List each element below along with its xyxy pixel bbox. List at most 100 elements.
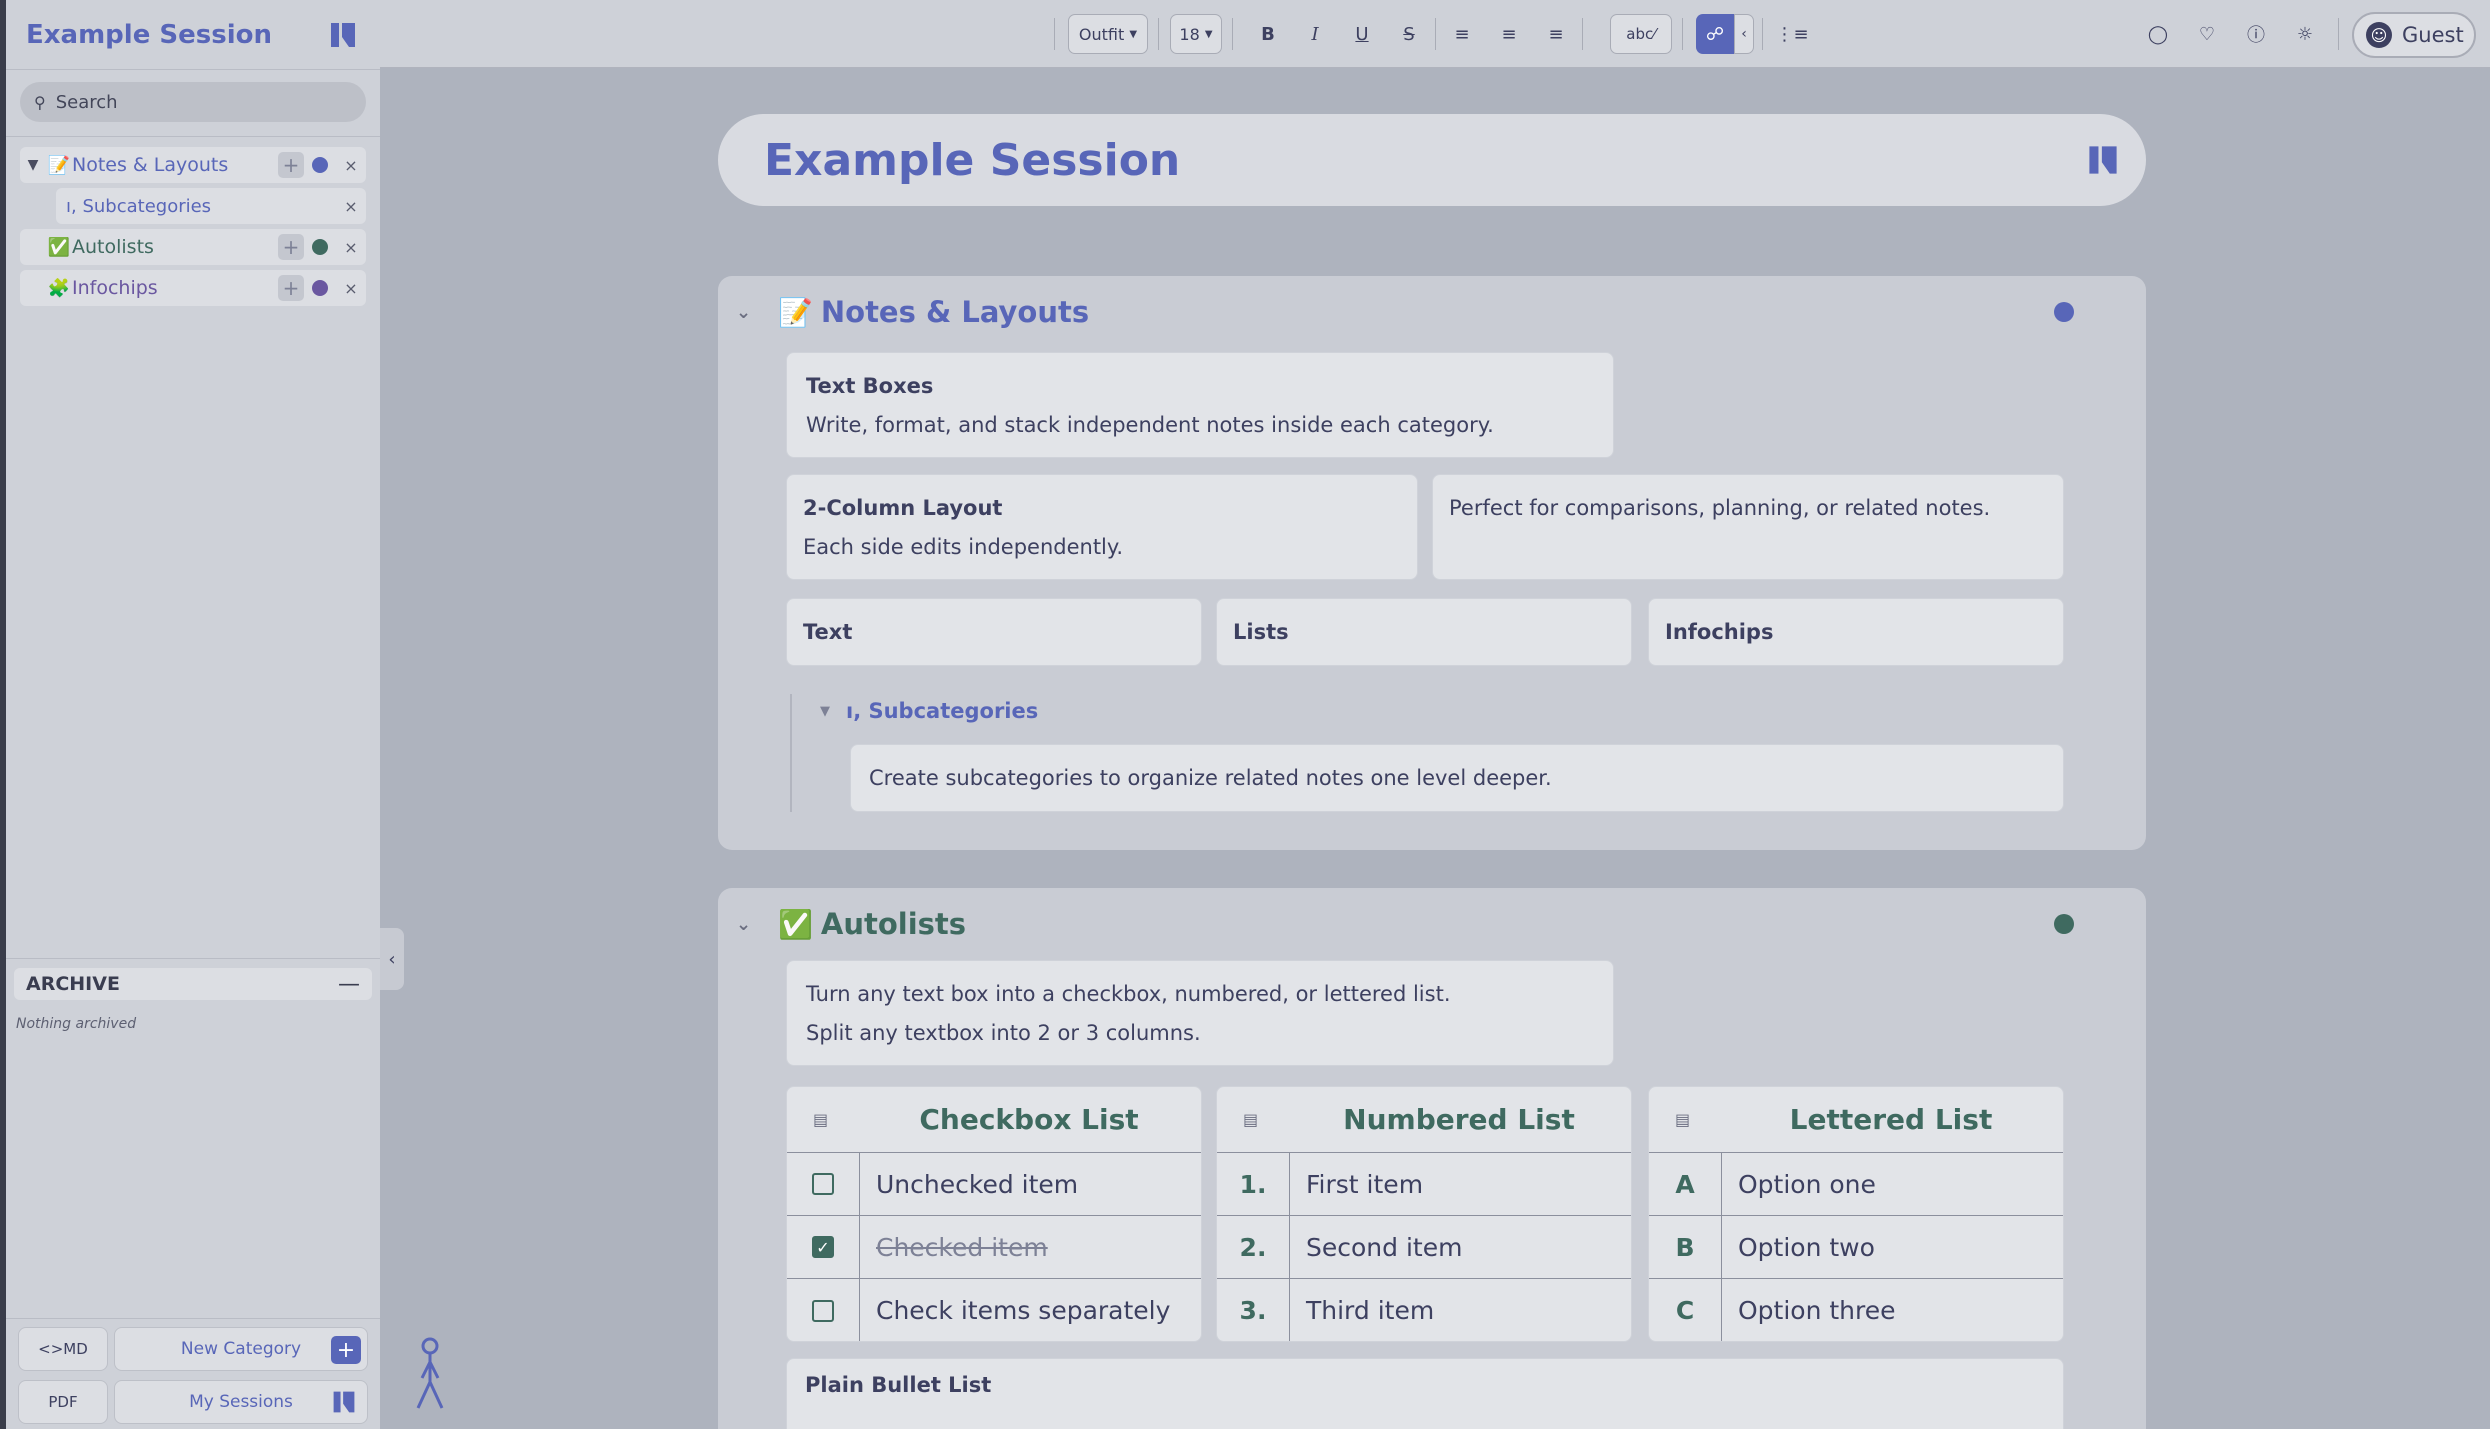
search-placeholder: Search xyxy=(55,91,118,113)
list-type-icon[interactable]: ▤ xyxy=(1243,1110,1258,1129)
text-box[interactable]: Turn any text box into a checkbox, numbe… xyxy=(786,960,1614,1066)
add-subcategory-button[interactable]: + xyxy=(278,152,304,178)
align-left-button[interactable]: ≡ xyxy=(1446,14,1478,54)
sidebar-item-label: Notes & Layouts xyxy=(72,154,229,176)
align-right-button[interactable]: ≡ xyxy=(1540,14,1572,54)
text-box[interactable]: Text xyxy=(786,598,1202,666)
close-icon[interactable]: × xyxy=(340,238,362,257)
text-box-body: Perfect for comparisons, planning, or re… xyxy=(1449,496,1991,520)
list-item[interactable]: B Option two xyxy=(1649,1216,2063,1279)
close-icon[interactable]: × xyxy=(340,279,362,298)
color-dot[interactable] xyxy=(312,280,328,296)
divider xyxy=(1682,18,1683,50)
list-button[interactable]: ⋮≡ xyxy=(1775,14,1809,54)
color-dot[interactable] xyxy=(312,157,328,173)
text-box[interactable]: Perfect for comparisons, planning, or re… xyxy=(1432,474,2064,580)
list-item-text: Second item xyxy=(1306,1232,1463,1262)
text-box[interactable]: Lists xyxy=(1216,598,1632,666)
text-box[interactable]: 2-Column Layout Each side edits independ… xyxy=(786,474,1418,580)
link-options-button[interactable]: ‹ xyxy=(1734,14,1754,54)
text-box[interactable]: Infochips xyxy=(1648,598,2064,666)
caret-down-icon[interactable]: ▼ xyxy=(20,157,46,173)
theme-toggle[interactable]: ☼ xyxy=(2289,14,2321,54)
close-icon[interactable]: × xyxy=(340,197,362,216)
guest-label: Guest xyxy=(2402,23,2464,47)
list-icon: ⋮≡ xyxy=(1775,23,1809,45)
session-header: Example Session xyxy=(718,114,2146,206)
italic-button[interactable]: I xyxy=(1299,14,1331,54)
font-select[interactable]: Outfit ▼ xyxy=(1068,14,1148,54)
sidebar-item-infochips[interactable]: 🧩 Infochips + × xyxy=(20,270,366,306)
list-marker: B xyxy=(1649,1216,1722,1278)
strikethrough-button[interactable]: S xyxy=(1393,14,1425,54)
checkbox-checked[interactable]: ✓ xyxy=(812,1236,834,1258)
font-size-select[interactable]: 18 ▼ xyxy=(1170,14,1222,54)
bold-button[interactable]: B xyxy=(1252,14,1284,54)
export-pdf-button[interactable]: PDF xyxy=(18,1380,108,1424)
chevron-down-icon[interactable]: ⌄ xyxy=(736,914,764,935)
toolbar: Outfit ▼ 18 ▼ B I U S ≡ ≡ ≡ abc⁄ ☍ ‹ ⋮≡ … xyxy=(380,0,2490,68)
underline-button[interactable]: U xyxy=(1346,14,1378,54)
my-sessions-label: My Sessions xyxy=(189,1392,293,1412)
checkbox[interactable] xyxy=(812,1299,834,1322)
list-item[interactable]: 2. Second item xyxy=(1217,1216,1631,1279)
category-header[interactable]: ⌄ ✅ Autolists xyxy=(736,904,966,944)
new-category-button[interactable]: New Category + xyxy=(114,1327,368,1371)
color-dot[interactable] xyxy=(2054,914,2074,934)
text-box-line: Turn any text box into a checkbox, numbe… xyxy=(806,982,1451,1006)
notifications-button[interactable]: ♡ xyxy=(2191,14,2223,54)
align-right-icon: ≡ xyxy=(1548,23,1564,45)
list-item[interactable]: 3. Third item xyxy=(1217,1279,1631,1341)
link-button[interactable]: ☍ xyxy=(1696,14,1734,54)
close-icon[interactable]: × xyxy=(340,156,362,175)
minus-icon[interactable]: — xyxy=(338,972,360,997)
archive-header[interactable]: ARCHIVE — xyxy=(14,968,372,1000)
export-md-button[interactable]: <>MD xyxy=(18,1327,108,1371)
divider xyxy=(1054,18,1055,50)
category-tree: ▼ 📝 Notes & Layouts + × ı, Subcategories… xyxy=(6,137,380,306)
list-type-icon[interactable]: ▤ xyxy=(813,1110,828,1129)
list-item[interactable]: ✓ Checked item xyxy=(787,1216,1201,1279)
list-item[interactable]: 1. First item xyxy=(1217,1153,1631,1216)
my-sessions-button[interactable]: My Sessions xyxy=(114,1380,368,1424)
logo-icon[interactable] xyxy=(328,21,358,49)
caret-down-icon[interactable]: ▼ xyxy=(820,704,830,719)
divider xyxy=(1762,18,1763,50)
divider xyxy=(1582,18,1583,50)
list-marker: A xyxy=(1649,1153,1722,1215)
page-title[interactable]: Example Session xyxy=(764,135,1180,186)
session-title: Example Session xyxy=(26,19,272,50)
list-item[interactable]: A Option one xyxy=(1649,1153,2063,1216)
subcategory-header[interactable]: ▼ ı, Subcategories xyxy=(820,696,1038,726)
sidebar-item-autolists[interactable]: ✅ Autolists + × xyxy=(20,229,366,265)
link-icon: ☍ xyxy=(1705,23,1725,45)
list-item[interactable]: C Option three xyxy=(1649,1279,2063,1341)
sidebar-item-notes[interactable]: ▼ 📝 Notes & Layouts + × xyxy=(20,147,366,183)
logo-icon[interactable] xyxy=(2086,144,2120,176)
color-dot[interactable] xyxy=(312,239,328,255)
text-box[interactable]: Text Boxes Write, format, and stack inde… xyxy=(786,352,1614,458)
category-header[interactable]: ⌄ 📝 Notes & Layouts xyxy=(736,292,1089,332)
list-item[interactable]: Check items separately xyxy=(787,1279,1201,1341)
add-subcategory-button[interactable]: + xyxy=(278,234,304,260)
list-item[interactable]: Unchecked item xyxy=(787,1153,1201,1216)
text-box[interactable]: Create subcategories to organize related… xyxy=(850,744,2064,812)
sidebar-item-label: ı, Subcategories xyxy=(66,195,212,217)
search-icon: ⚲ xyxy=(34,92,46,112)
text-box-body: Write, format, and stack independent not… xyxy=(806,413,1494,437)
add-subcategory-button[interactable]: + xyxy=(278,275,304,301)
align-center-button[interactable]: ≡ xyxy=(1493,14,1525,54)
color-dot[interactable] xyxy=(2054,302,2074,322)
chevron-down-icon[interactable]: ⌄ xyxy=(736,302,764,323)
list-type-icon[interactable]: ▤ xyxy=(1675,1110,1690,1129)
spellcheck-button[interactable]: abc⁄ xyxy=(1610,14,1672,54)
checkbox[interactable] xyxy=(812,1173,834,1195)
collapse-sidebar-button[interactable]: ‹ xyxy=(380,928,404,990)
search-input[interactable]: ⚲ Search xyxy=(20,82,366,122)
sidebar-item-subcategories[interactable]: ı, Subcategories × xyxy=(56,188,366,224)
align-center-icon: ≡ xyxy=(1501,23,1517,45)
tips-button[interactable]: ◯ xyxy=(2142,14,2174,54)
text-box[interactable]: Plain Bullet List xyxy=(786,1358,2064,1429)
info-button[interactable]: ⓘ xyxy=(2240,14,2272,54)
guest-button[interactable]: ☺ Guest xyxy=(2352,12,2476,58)
